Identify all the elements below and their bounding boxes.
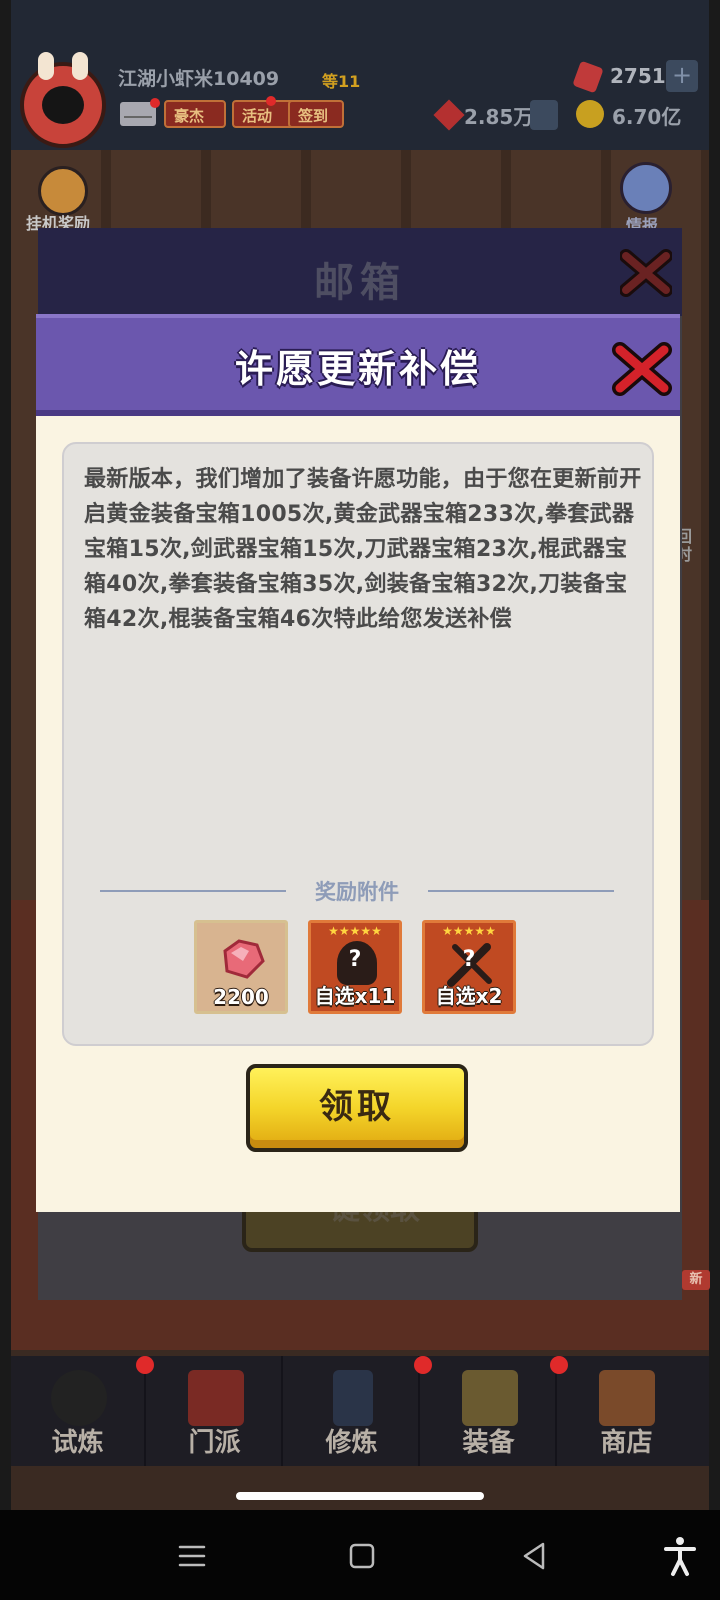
ghost-icon[interactable]: [620, 162, 672, 214]
coin-icon: [576, 100, 604, 128]
tab-equipment[interactable]: 装备: [422, 1356, 557, 1466]
accessibility-icon[interactable]: [656, 1532, 704, 1580]
avatar-ear-left: [38, 52, 54, 80]
mailbox-close-icon[interactable]: [620, 248, 672, 298]
dialog-header: 许愿更新补偿: [36, 314, 680, 416]
trial-notification-dot: [136, 1356, 154, 1374]
top-hud: 江湖小虾米10409 等11 豪杰 活动 签到 2751 + 2.85万 6.7…: [0, 0, 720, 150]
tab-label: 商店: [600, 1428, 653, 1458]
mailbox-header: 邮箱: [38, 228, 682, 316]
avatar-face: [42, 86, 84, 124]
recents-menu-icon[interactable]: [168, 1532, 216, 1580]
divider-right: [428, 890, 614, 892]
add-gems-button[interactable]: +: [666, 60, 698, 92]
reward-count: 2200: [213, 985, 269, 1009]
game-tab-bar: 试炼 门派 修炼 装备 商店: [11, 1356, 709, 1466]
heroes-button[interactable]: 豪杰: [164, 100, 226, 128]
gem-icon: [572, 60, 604, 94]
reward-item-gems[interactable]: 2200: [194, 920, 288, 1014]
cultivate-notification-dot: [414, 1356, 432, 1374]
divider-left: [100, 890, 286, 892]
tab-trial[interactable]: 试炼: [11, 1356, 146, 1466]
shop-icon: [599, 1370, 655, 1426]
power-icon: [433, 99, 465, 131]
trial-icon: [51, 1370, 107, 1426]
reward-item-armor-select[interactable]: ★★★★★ ? 自选x11: [308, 920, 402, 1014]
message-panel: 最新版本，我们增加了装备许愿功能，由于您在更新前开启黄金装备宝箱1005次,黄金…: [62, 442, 654, 1046]
reward-count: 自选x11: [314, 984, 396, 1008]
tab-cultivate[interactable]: 修炼: [285, 1356, 420, 1466]
avatar-ear-right: [72, 52, 88, 80]
tab-label: 装备: [462, 1428, 515, 1458]
question-mark: ?: [462, 947, 476, 972]
tab-label: 试炼: [51, 1428, 104, 1458]
player-avatar[interactable]: [20, 52, 106, 148]
power-info-button[interactable]: [530, 100, 558, 130]
reward-item-weapon-select[interactable]: ★★★★★ ? 自选x2: [422, 920, 516, 1014]
equipment-notification-dot: [550, 1356, 568, 1374]
checkin-button[interactable]: 签到: [288, 100, 344, 128]
sect-icon: [188, 1370, 244, 1426]
equipment-icon: [462, 1370, 518, 1426]
tab-label: 门派: [188, 1428, 241, 1458]
gem-count: 2751: [610, 64, 666, 88]
message-text: 最新版本，我们增加了装备许愿功能，由于您在更新前开启黄金装备宝箱1005次,黄金…: [84, 467, 642, 632]
player-name: 江湖小虾米10409: [118, 68, 280, 90]
gem-icon: [223, 939, 265, 979]
coin-value: 6.70亿: [612, 105, 682, 129]
reward-count: 自选x2: [435, 984, 503, 1008]
star-rating: ★★★★★: [442, 924, 496, 938]
compensation-dialog: 许愿更新补偿 最新版本，我们增加了装备许愿功能，由于您在更新前开启黄金装备宝箱1…: [36, 314, 680, 1212]
question-mark: ?: [348, 947, 362, 972]
new-badge: 新: [682, 1270, 710, 1290]
book-icon: [333, 1370, 373, 1426]
events-notification-dot: [266, 96, 276, 106]
player-level: 等11: [322, 72, 361, 91]
system-nav-bar: [0, 1510, 720, 1600]
afk-reward-chest-icon[interactable]: [38, 166, 88, 216]
back-icon[interactable]: [510, 1532, 558, 1580]
home-indicator[interactable]: [236, 1492, 484, 1500]
close-icon[interactable]: [612, 340, 672, 398]
dialog-title: 许愿更新补偿: [234, 347, 481, 391]
power-value: 2.85万: [464, 105, 534, 129]
star-rating: ★★★★★: [328, 924, 382, 938]
mailbox-title: 邮箱: [314, 260, 406, 306]
tab-shop[interactable]: 商店: [559, 1356, 694, 1466]
attachments-label: 奖励附件: [315, 880, 399, 904]
mail-notification-dot: [150, 98, 160, 108]
events-button[interactable]: 活动: [232, 100, 296, 128]
home-icon[interactable]: [338, 1532, 386, 1580]
tab-label: 修炼: [325, 1428, 378, 1458]
tab-sect[interactable]: 门派: [148, 1356, 283, 1466]
claim-button[interactable]: 领取: [246, 1064, 468, 1152]
